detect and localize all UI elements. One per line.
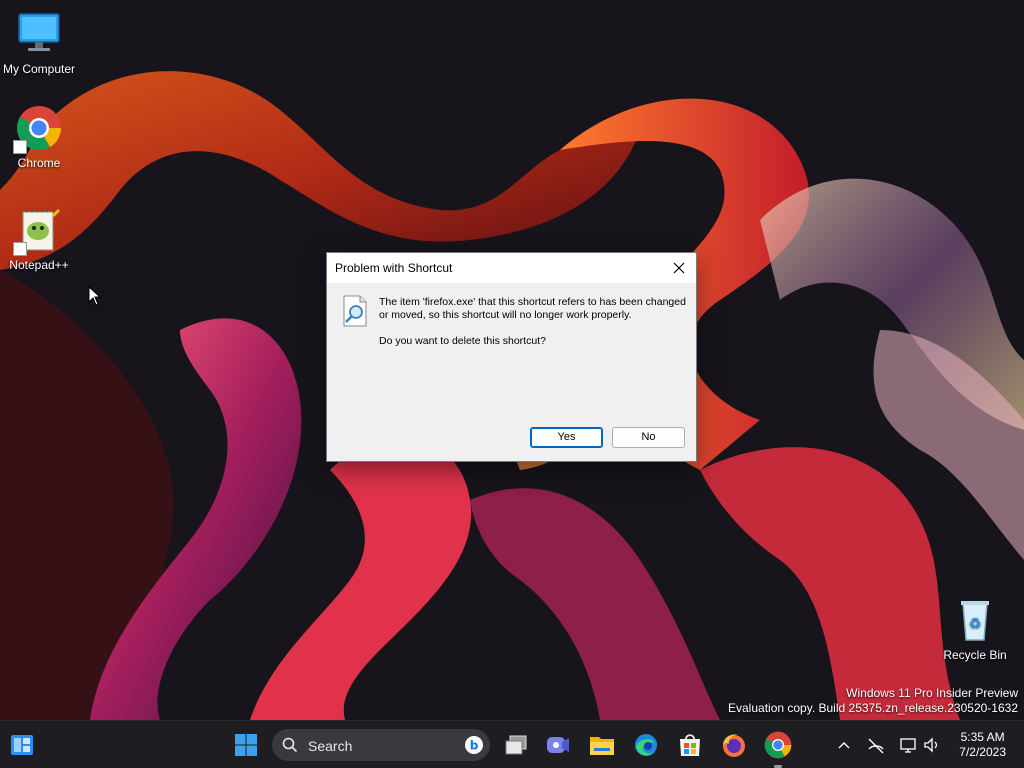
- volume-icon: [924, 737, 938, 753]
- watermark-line-2: Evaluation copy. Build 25375.zn_release.…: [728, 701, 1018, 715]
- desktop-icon-label: Notepad++: [9, 258, 69, 272]
- mouse-cursor-icon: [88, 286, 102, 306]
- dialog-question: Do you want to delete this shortcut?: [379, 335, 546, 347]
- edge-button[interactable]: [630, 729, 662, 761]
- shortcut-arrow-icon: [13, 140, 27, 154]
- firefox-icon: [723, 734, 745, 757]
- clock-time: 5:35 AM: [960, 730, 1005, 744]
- problem-with-shortcut-dialog: Problem with Shortcut The item 'firefox.…: [326, 252, 697, 462]
- widgets-button[interactable]: [6, 729, 38, 761]
- display-icon: [900, 738, 916, 753]
- notepad-plus-plus-icon: [13, 206, 63, 256]
- recycle-bin-icon: ♻: [951, 596, 999, 644]
- widgets-icon: [11, 735, 33, 755]
- svg-text:♻: ♻: [969, 616, 982, 632]
- evaluation-watermark: Windows 11 Pro Insider Preview Evaluatio…: [728, 686, 1018, 716]
- display-status[interactable]: [898, 735, 918, 755]
- firefox-button[interactable]: [718, 729, 750, 761]
- bing-icon: b: [465, 736, 483, 754]
- taskbar-clock[interactable]: 5:35 AM 7/2/2023: [959, 730, 1006, 760]
- desktop-icon-label: My Computer: [2, 62, 76, 76]
- dialog-titlebar[interactable]: Problem with Shortcut: [327, 253, 696, 283]
- store-button[interactable]: [674, 729, 706, 761]
- file-explorer-button[interactable]: [586, 729, 618, 761]
- search-icon: [282, 737, 298, 753]
- teams-icon: [547, 737, 569, 753]
- clock-date: 7/2/2023: [959, 745, 1006, 759]
- desktop-icon-label: Chrome: [17, 156, 61, 170]
- taskbar: Search b 5:35 AM 7/2/2023: [0, 720, 1024, 768]
- start-button[interactable]: [230, 729, 262, 761]
- edge-icon: [635, 734, 657, 756]
- dialog-message: The item 'firefox.exe' that this shortcu…: [379, 296, 686, 321]
- start-icon: [235, 734, 257, 756]
- chevron-up-icon: [838, 742, 850, 749]
- dialog-title: Problem with Shortcut: [335, 261, 453, 275]
- network-off-icon: [868, 738, 884, 754]
- desktop-icon-label: Recycle Bin: [943, 648, 1007, 662]
- search-label: Search: [308, 738, 353, 754]
- desktop-icon-notepad-plus-plus[interactable]: Notepad++: [0, 206, 78, 272]
- close-icon: [673, 262, 685, 274]
- monitor-icon: [15, 10, 63, 58]
- yes-button[interactable]: Yes: [530, 427, 603, 448]
- desktop-icon-chrome[interactable]: Chrome: [0, 104, 78, 170]
- close-button[interactable]: [664, 255, 694, 281]
- show-hidden-icons-button[interactable]: [834, 735, 854, 755]
- desktop-icon-my-computer[interactable]: My Computer: [0, 10, 78, 76]
- desktop-icon-recycle-bin[interactable]: ♻ Recycle Bin: [936, 596, 1014, 662]
- svg-text:b: b: [470, 739, 479, 753]
- volume-button[interactable]: [922, 735, 942, 755]
- chrome-taskbar-button[interactable]: [762, 729, 794, 768]
- task-view-icon: [505, 735, 527, 755]
- no-button[interactable]: No: [612, 427, 685, 448]
- task-view-button[interactable]: [500, 729, 532, 761]
- watermark-line-1: Windows 11 Pro Insider Preview: [846, 686, 1018, 700]
- taskbar-search-box[interactable]: Search b: [272, 729, 490, 761]
- chrome-icon: [764, 731, 792, 759]
- shortcut-arrow-icon: [13, 242, 27, 256]
- network-status[interactable]: [866, 735, 886, 755]
- document-search-icon: [341, 295, 369, 332]
- store-icon: [680, 734, 700, 756]
- chrome-icon: [13, 104, 63, 154]
- teams-button[interactable]: [542, 729, 574, 761]
- file-explorer-icon: [590, 737, 614, 755]
